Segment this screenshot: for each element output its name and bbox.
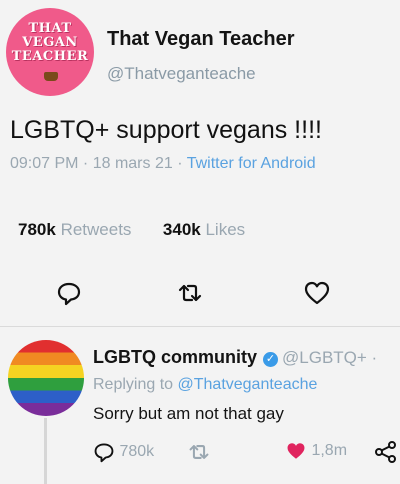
likes-label: Likes — [205, 220, 246, 239]
reply-icon[interactable] — [56, 280, 82, 306]
reply-display-name[interactable]: LGBTQ community — [93, 347, 257, 367]
cake-icon — [44, 72, 58, 81]
reply-text: Sorry but am not that gay — [93, 404, 284, 423]
tweet-date: 18 mars 21 — [92, 155, 173, 172]
tweet-time: 09:07 PM — [10, 155, 79, 172]
avatar-that-vegan-teacher[interactable]: THAT VEGAN TEACHER — [6, 8, 94, 96]
divider — [0, 326, 400, 327]
replying-to: Replying to @Thatveganteache — [93, 376, 318, 393]
verified-badge-icon: ✓ — [263, 352, 279, 367]
retweets-stat[interactable]: 780k Retweets — [18, 220, 131, 239]
reply-reply-button[interactable]: 780k — [93, 441, 154, 463]
reply-like-count: 1,8m — [311, 442, 348, 459]
retweets-count: 780k — [18, 220, 56, 239]
retweet-icon[interactable] — [176, 280, 204, 306]
tweet-client-link[interactable]: Twitter for Android — [187, 155, 316, 172]
heart-filled-icon — [287, 443, 305, 459]
share-icon[interactable] — [374, 441, 398, 463]
author-display-name[interactable]: That Vegan Teacher — [107, 28, 294, 51]
heart-icon[interactable] — [303, 280, 331, 306]
reply-author: LGBTQ community ✓ @LGBTQ+ · — [93, 347, 377, 368]
avatar-lgbtq-community[interactable] — [8, 340, 84, 416]
retweets-label: Retweets — [60, 220, 132, 239]
reply-handle[interactable]: @LGBTQ+ · — [282, 348, 377, 367]
tweet-stats: 780k Retweets 340k Likes — [18, 220, 245, 240]
reply-like-button[interactable]: 1,8m — [285, 441, 347, 461]
likes-stat[interactable]: 340k Likes — [163, 220, 245, 239]
retweet-small-icon[interactable] — [187, 441, 211, 463]
replying-to-handle-link[interactable]: @Thatveganteache — [178, 376, 318, 393]
thread-line — [44, 418, 47, 484]
tweet-text: LGBTQ+ support vegans !!!! — [10, 116, 322, 144]
reply-small-icon — [94, 443, 114, 463]
tweet-meta: 09:07 PM · 18 mars 21 · Twitter for Andr… — [10, 155, 316, 172]
reply-reply-count: 780k — [119, 443, 155, 460]
likes-count: 340k — [162, 220, 201, 239]
avatar-logo-text: THAT VEGAN TEACHER — [11, 21, 89, 64]
author-handle[interactable]: @Thatveganteache — [107, 64, 256, 84]
